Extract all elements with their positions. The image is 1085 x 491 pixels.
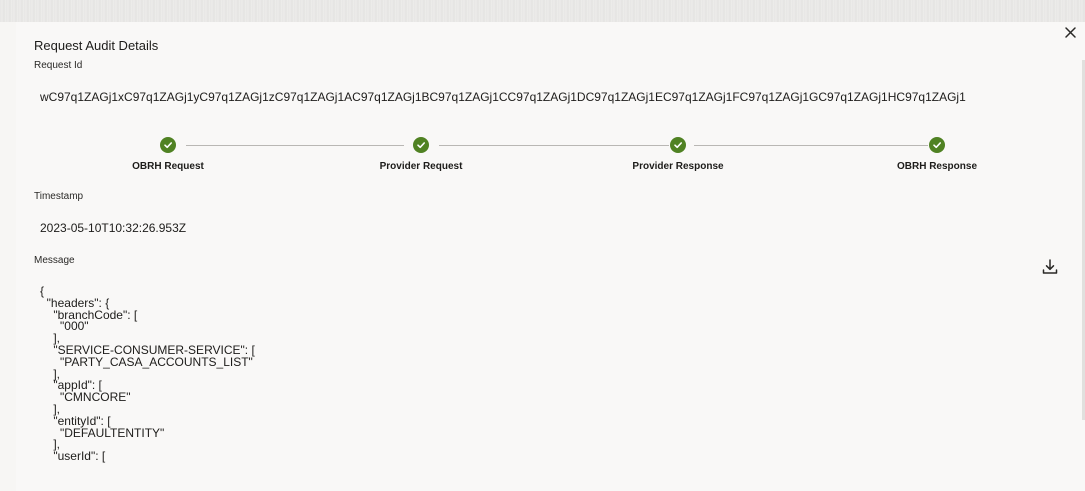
step-label-provider-response: Provider Response [632, 161, 724, 172]
step-label-obrh-request: OBRH Request [132, 161, 204, 172]
check-icon [674, 142, 682, 149]
message-line: "userId": [ [40, 449, 106, 464]
step-complete-indicator [413, 137, 429, 153]
stepper-connector [186, 145, 404, 146]
message-body: { "headers": { "branchCode": [ "000" ], … [40, 285, 255, 464]
stepper-connector [694, 145, 928, 146]
timestamp-value: 2023-05-10T10:32:26.953Z [40, 221, 187, 235]
step-label-obrh-response: OBRH Response [896, 161, 977, 172]
background-overlay [0, 0, 1085, 22]
download-button[interactable] [1040, 257, 1060, 277]
dialog-title: Request Audit Details [34, 38, 159, 53]
check-icon [164, 142, 172, 149]
request-id-value: wC97q1ZAGj1xC97q1ZAGj1yC97q1ZAGj1zC97q1Z… [40, 90, 966, 104]
step-label-provider-request: Provider Request [379, 161, 463, 172]
message-line: "PARTY_CASA_ACCOUNTS_LIST" [40, 354, 253, 369]
download-icon [1042, 259, 1058, 274]
message-label: Message [34, 255, 75, 266]
request-id-label: Request Id [34, 60, 83, 71]
step-complete-indicator [160, 137, 176, 153]
check-icon [933, 142, 941, 149]
stepper-connector [439, 145, 669, 146]
message-line: "CMNCORE" [40, 390, 131, 405]
step-complete-indicator [929, 137, 945, 153]
close-button[interactable] [1062, 24, 1080, 42]
message-line: "DEFAULTENTITY" [40, 425, 165, 440]
step-complete-indicator [670, 137, 686, 153]
message-line: "000" [40, 319, 89, 334]
timestamp-label: Timestamp [34, 191, 84, 202]
close-icon [1065, 27, 1076, 38]
check-icon [417, 142, 425, 149]
